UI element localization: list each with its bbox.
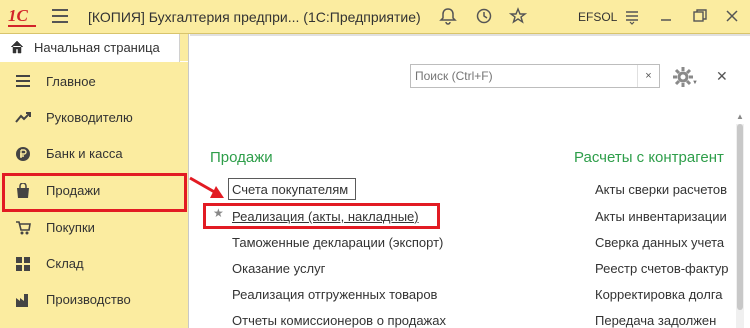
link-shipped-goods[interactable]: Реализация отгруженных товаров xyxy=(232,287,437,302)
sidebar-item-label: Производство xyxy=(46,292,131,307)
search-input[interactable] xyxy=(411,65,635,87)
link-reconciliation-acts[interactable]: Акты сверки расчетов xyxy=(595,182,727,197)
tab-home[interactable]: Начальная страница xyxy=(0,34,180,62)
sidebar-item-label: Покупки xyxy=(46,220,95,235)
window-restore-icon[interactable] xyxy=(690,7,710,27)
sidebar-item-warehouse[interactable]: Склад xyxy=(0,246,188,282)
home-icon xyxy=(10,40,24,54)
tab-home-label: Начальная страница xyxy=(34,40,160,55)
search-box[interactable]: × xyxy=(410,64,660,88)
link-debt-adjustment[interactable]: Корректировка долга xyxy=(595,287,723,302)
minimize-icon[interactable] xyxy=(656,7,676,27)
link-commission-reports[interactable]: Отчеты комиссионеров о продажах xyxy=(232,313,446,328)
section-title-settlements: Расчеты с контрагент xyxy=(574,149,724,166)
list-icon xyxy=(14,74,32,90)
menu-icon[interactable] xyxy=(52,9,68,23)
sidebar-item-purchases[interactable]: Покупки xyxy=(0,210,188,246)
link-debt-transfer[interactable]: Передача задолжен xyxy=(595,313,716,328)
logo-underline xyxy=(8,25,36,27)
link-data-reconciliation[interactable]: Сверка данных учета xyxy=(595,235,724,250)
sidebar-item-production[interactable]: Производство xyxy=(0,282,188,318)
link-customs-declarations[interactable]: Таможенные декларации (экспорт) xyxy=(232,235,443,250)
sidebar-item-bank[interactable]: Банк и касса xyxy=(0,136,188,172)
star-icon[interactable] xyxy=(508,7,528,27)
settings-icon[interactable] xyxy=(622,7,642,27)
chevron-down-icon[interactable]: ▼ xyxy=(692,80,698,86)
app-logo: 1С xyxy=(8,6,28,25)
cart-icon xyxy=(14,220,32,236)
gear-icon[interactable] xyxy=(672,66,694,88)
pointer-arrow-icon xyxy=(189,176,224,198)
sidebar-item-label: Руководителю xyxy=(46,110,133,125)
window-title: [КОПИЯ] Бухгалтерия предпри... (1С:Предп… xyxy=(88,9,421,25)
trend-icon xyxy=(14,110,32,126)
grid-icon xyxy=(14,256,32,272)
sales-highlight-frame xyxy=(2,173,187,212)
bell-icon[interactable] xyxy=(438,7,458,27)
sidebar-item-manager[interactable]: Руководителю xyxy=(0,100,188,136)
user-name[interactable]: EFSOL xyxy=(578,10,617,24)
close-window-icon[interactable] xyxy=(722,7,742,27)
search-clear-button[interactable]: × xyxy=(637,65,659,87)
scroll-up-icon[interactable]: ▲ xyxy=(736,112,744,121)
sidebar-item-main[interactable]: Главное xyxy=(0,64,188,100)
ruble-icon xyxy=(14,146,32,162)
close-icon[interactable]: ✕ xyxy=(716,68,728,85)
sidebar-item-label: Главное xyxy=(46,74,96,89)
link-realization[interactable]: Реализация (акты, накладные) xyxy=(232,209,419,224)
factory-icon xyxy=(14,292,32,308)
link-inventory-acts[interactable]: Акты инвентаризации xyxy=(595,209,727,224)
history-icon[interactable] xyxy=(474,7,494,27)
link-customer-invoices[interactable]: Счета покупателям xyxy=(232,182,348,197)
content-top-border xyxy=(190,34,750,36)
sidebar-item-label: Банк и касса xyxy=(46,146,123,161)
link-services[interactable]: Оказание услуг xyxy=(232,261,325,276)
link-invoice-register[interactable]: Реестр счетов-фактур xyxy=(595,261,729,276)
sidebar-item-label: Склад xyxy=(46,256,84,271)
scrollbar-thumb[interactable] xyxy=(737,124,743,310)
section-title-sales: Продажи xyxy=(210,149,273,166)
